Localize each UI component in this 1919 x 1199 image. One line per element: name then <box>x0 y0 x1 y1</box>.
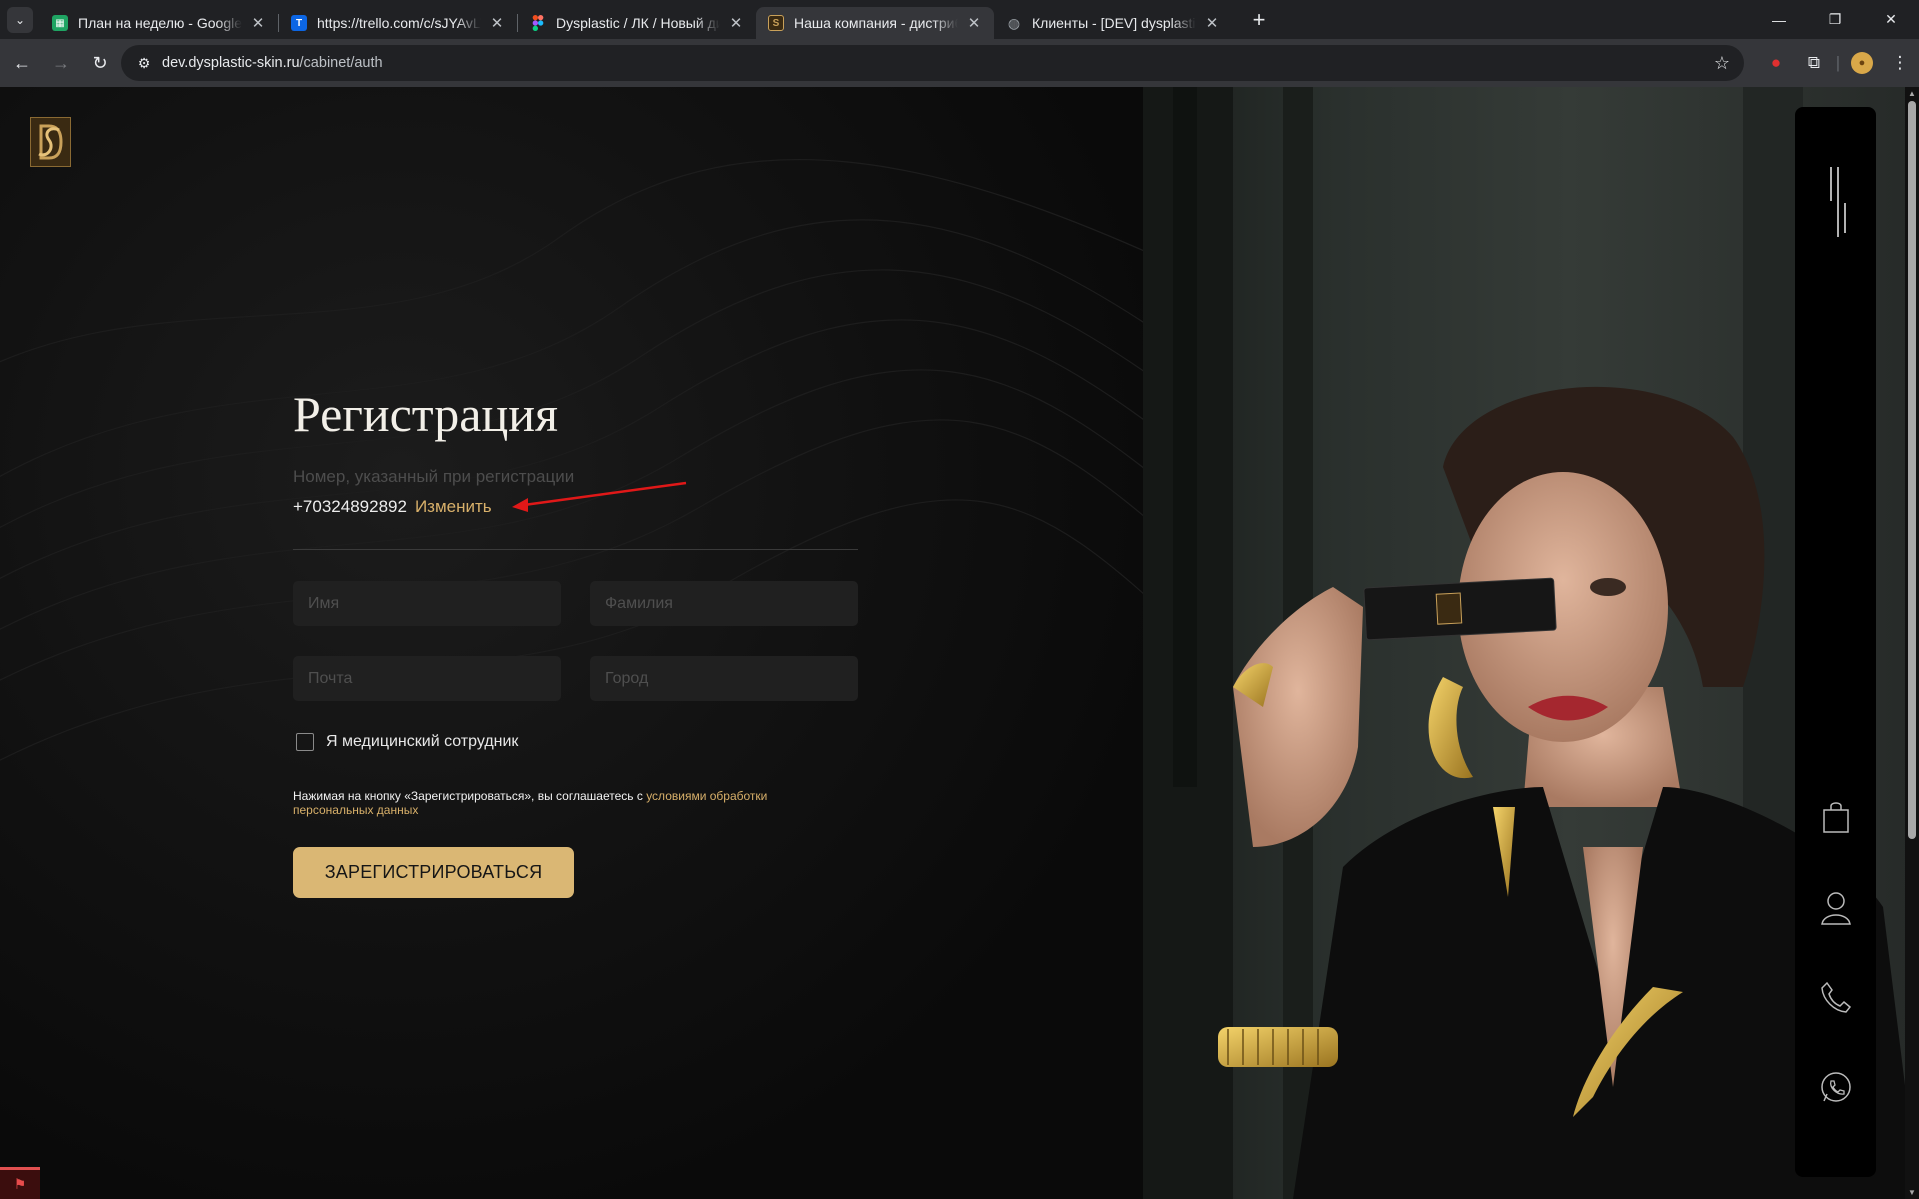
window-controls: — ❐ ✕ <box>1751 0 1919 39</box>
phone-label: Номер, указанный при регистрации <box>293 467 575 486</box>
browser-tab[interactable]: ▦ План на неделю - Google Табл ✕ <box>40 7 278 39</box>
phone-row: +70324892892 Изменить <box>293 497 492 517</box>
globe-icon: ◍ <box>1007 14 1021 31</box>
page-title: Регистрация <box>293 386 558 442</box>
ds-monogram-icon <box>37 124 63 160</box>
browser-tab-bar: ⌄ ▦ План на неделю - Google Табл ✕ T htt… <box>0 0 1919 39</box>
tab-close-icon[interactable]: ✕ <box>248 14 268 32</box>
first-name-input[interactable] <box>293 581 561 626</box>
url-text: dev.dysplastic-skin.ru/cabinet/auth <box>162 55 383 71</box>
profile-avatar[interactable]: ● <box>1851 52 1873 74</box>
new-tab-button[interactable]: + <box>1246 7 1272 33</box>
laravel-debugbar-icon[interactable]: ⚑ <box>0 1167 40 1199</box>
tab-close-icon[interactable]: ✕ <box>1202 14 1222 32</box>
url-host: dev.dysplastic-skin.ru <box>162 55 300 71</box>
address-bar[interactable]: ⚙ dev.dysplastic-skin.ru/cabinet/auth ☆ <box>121 45 1744 81</box>
auth-pane: Регистрация Номер, указанный при регистр… <box>0 87 1143 1199</box>
site-info-icon[interactable]: ⚙ <box>130 55 158 72</box>
dysplastic-icon: S <box>768 15 784 31</box>
last-name-input[interactable] <box>590 581 858 626</box>
tab-close-icon[interactable]: ✕ <box>726 14 746 32</box>
consent-prefix: Нажимая на кнопку «Зарегистрироваться», … <box>293 789 647 803</box>
browser-tab[interactable]: ◍ Клиенты - [DEV] dysplastic-skin ✕ <box>994 7 1232 39</box>
brand-logo[interactable] <box>30 117 71 167</box>
user-icon[interactable] <box>1795 890 1876 926</box>
browser-tab-active[interactable]: S Наша компания - дистрибьют ✕ <box>756 7 994 39</box>
extension-red-icon[interactable]: ● <box>1757 53 1795 73</box>
close-window-icon[interactable]: ✕ <box>1863 0 1919 39</box>
change-phone-link[interactable]: Изменить <box>415 497 492 516</box>
side-nav-panel <box>1795 107 1876 1177</box>
trello-icon: T <box>291 15 307 31</box>
browser-toolbar: ← → ↻ ⚙ dev.dysplastic-skin.ru/cabinet/a… <box>0 39 1919 87</box>
email-input[interactable] <box>293 656 561 701</box>
forward-icon[interactable]: → <box>44 46 78 80</box>
browser-tab[interactable]: Dysplastic / ЛК / Новый дизайн ✕ <box>518 7 756 39</box>
background-waves <box>0 159 1143 761</box>
restore-icon[interactable]: ❐ <box>1807 0 1863 39</box>
browser-menu-icon[interactable]: ⋮ <box>1881 53 1919 73</box>
page-viewport: Регистрация Номер, указанный при регистр… <box>0 87 1919 1199</box>
tab-title: Dysplastic / ЛК / Новый дизайн <box>556 15 720 31</box>
register-button[interactable]: ЗАРЕГИСТРИРОВАТЬСЯ <box>293 847 574 898</box>
medical-worker-label: Я медицинский сотрудник <box>326 733 519 750</box>
back-icon[interactable]: ← <box>5 46 39 80</box>
tab-title: Наша компания - дистрибьют <box>794 15 958 31</box>
figma-icon <box>530 15 546 31</box>
bookmark-star-icon[interactable]: ☆ <box>1714 53 1730 74</box>
url-path: /cabinet/auth <box>299 55 383 71</box>
google-sheets-icon: ▦ <box>52 15 68 31</box>
whatsapp-icon[interactable] <box>1795 1070 1876 1104</box>
tab-title: План на неделю - Google Табл <box>78 15 242 31</box>
phone-number: +70324892892 <box>293 497 407 516</box>
menu-icon[interactable] <box>1795 167 1876 237</box>
medical-worker-checkbox[interactable] <box>296 733 314 751</box>
scrollbar-thumb[interactable] <box>1908 101 1916 839</box>
tab-close-icon[interactable]: ✕ <box>964 14 984 32</box>
scroll-down-icon[interactable]: ▼ <box>1907 1188 1917 1197</box>
toolbar-divider: | <box>1835 53 1841 72</box>
consent-text: Нажимая на кнопку «Зарегистрироваться», … <box>293 789 813 817</box>
scroll-up-icon[interactable]: ▲ <box>1907 89 1917 98</box>
reload-icon[interactable]: ↻ <box>83 46 117 80</box>
tab-search-button[interactable]: ⌄ <box>7 6 33 33</box>
tab-close-icon[interactable]: ✕ <box>487 14 507 32</box>
browser-tab[interactable]: T https://trello.com/c/sJYAvLTL на ✕ <box>279 7 517 39</box>
toolbar-actions: ● ⧉ | ● ⋮ <box>1757 39 1919 87</box>
medical-worker-option[interactable]: Я медицинский сотрудник <box>296 733 518 751</box>
city-input[interactable] <box>590 656 858 701</box>
divider <box>293 549 858 550</box>
phone-icon[interactable] <box>1795 980 1876 1014</box>
minimize-icon[interactable]: — <box>1751 0 1807 39</box>
tab-title: Клиенты - [DEV] dysplastic-skin <box>1032 15 1196 31</box>
tab-title: https://trello.com/c/sJYAvLTL на <box>317 15 481 31</box>
page-scrollbar[interactable]: ▲ ▼ <box>1905 87 1919 1199</box>
extensions-icon[interactable]: ⧉ <box>1795 53 1833 73</box>
shopping-bag-icon[interactable] <box>1795 800 1876 834</box>
